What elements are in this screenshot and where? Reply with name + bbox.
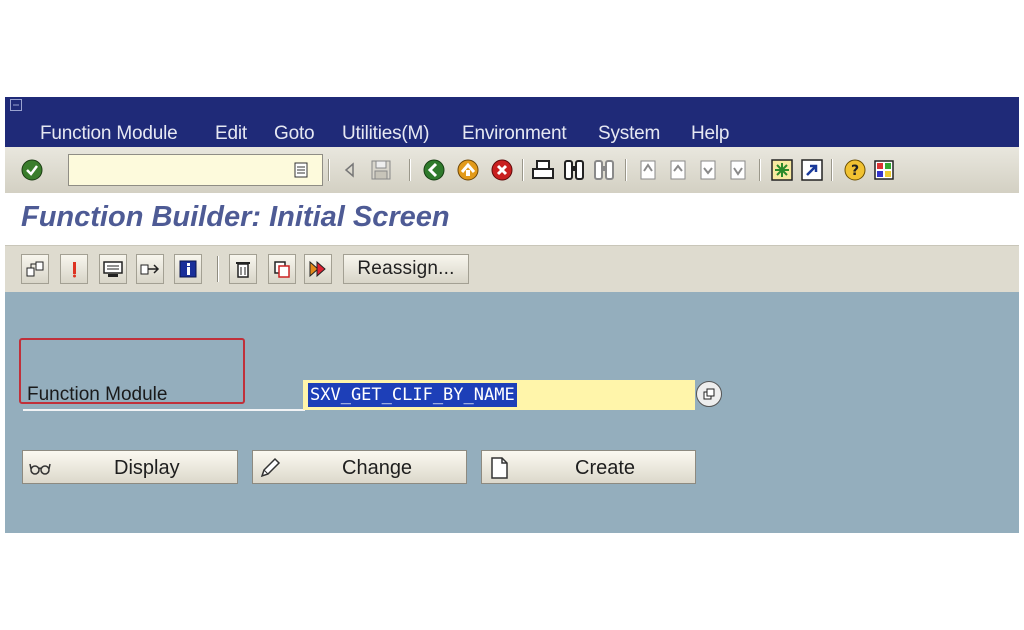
new-document-icon — [491, 457, 508, 479]
create-button[interactable]: Create — [481, 450, 696, 484]
info-icon — [179, 260, 197, 278]
menu-goto[interactable]: Goto — [274, 123, 315, 145]
find-icon[interactable] — [561, 157, 587, 183]
new-session-icon[interactable] — [769, 157, 795, 183]
create-button-label: Create — [575, 457, 636, 479]
where-used-button[interactable] — [136, 254, 164, 284]
back-arrow-icon[interactable] — [337, 157, 363, 183]
command-field[interactable] — [68, 154, 323, 186]
back-icon[interactable] — [421, 157, 447, 183]
standard-toolbar: ? — [5, 147, 1019, 194]
enter-icon[interactable] — [19, 157, 45, 183]
menu-environment[interactable]: Environment — [462, 123, 567, 145]
sap-window: Function Module Edit Goto Utilities(M) E… — [5, 97, 1019, 533]
system-menu-icon[interactable] — [10, 99, 22, 111]
svg-text:?: ? — [851, 163, 859, 179]
value-help-icon — [703, 388, 715, 400]
menu-help[interactable]: Help — [691, 123, 729, 145]
other-object-button[interactable] — [21, 254, 49, 284]
work-area: Function Module SXV_GET_CLIF_BY_NAME Dis… — [5, 292, 1019, 533]
last-page-icon[interactable] — [725, 157, 751, 183]
pencil-icon — [260, 457, 281, 478]
application-toolbar: Reassign... — [5, 245, 1019, 293]
next-page-icon[interactable] — [695, 157, 721, 183]
menu-edit[interactable]: Edit — [215, 123, 247, 145]
delete-button[interactable] — [229, 254, 257, 284]
where-used-icon — [140, 264, 160, 275]
change-button-label: Change — [342, 457, 413, 479]
layout-menu-icon[interactable] — [871, 157, 897, 183]
rename-button[interactable] — [304, 254, 332, 284]
cancel-icon[interactable] — [489, 157, 515, 183]
glasses-icon — [29, 463, 51, 475]
info-button[interactable] — [174, 254, 202, 284]
exit-icon[interactable] — [455, 157, 481, 183]
active-inactive-icon — [73, 262, 76, 278]
copy-button[interactable] — [268, 254, 296, 284]
delete-icon — [236, 262, 250, 278]
help-icon[interactable]: ? — [842, 157, 868, 183]
change-button[interactable]: Change — [252, 450, 467, 484]
first-page-icon[interactable] — [635, 157, 661, 183]
menu-system[interactable]: System — [598, 123, 660, 145]
find-next-icon[interactable] — [591, 157, 617, 183]
other-object-icon — [26, 261, 44, 277]
save-icon[interactable] — [368, 157, 394, 183]
title-bar: Function Builder: Initial Screen — [5, 193, 1019, 243]
previous-page-icon[interactable] — [665, 157, 691, 183]
function-module-value[interactable]: SXV_GET_CLIF_BY_NAME — [308, 383, 517, 407]
menu-function-module[interactable]: Function Module — [40, 123, 178, 145]
menu-bar: Function Module Edit Goto Utilities(M) E… — [5, 97, 1019, 147]
command-history-icon[interactable] — [288, 157, 314, 183]
reassign-button[interactable]: Reassign... — [343, 254, 469, 284]
label-underline — [23, 409, 305, 411]
test-icon — [103, 261, 123, 277]
copy-icon — [274, 261, 290, 278]
active-inactive-button[interactable] — [60, 254, 88, 284]
display-button-label: Display — [114, 457, 180, 479]
test-button[interactable] — [99, 254, 127, 284]
display-button[interactable]: Display — [22, 450, 238, 484]
menu-utilities[interactable]: Utilities(M) — [342, 123, 430, 145]
print-icon[interactable] — [530, 157, 556, 183]
shortcut-icon[interactable] — [799, 157, 825, 183]
page-title: Function Builder: Initial Screen — [21, 201, 450, 233]
rename-icon — [309, 260, 326, 278]
highlight-box — [19, 338, 245, 404]
value-help-button[interactable] — [696, 381, 722, 407]
